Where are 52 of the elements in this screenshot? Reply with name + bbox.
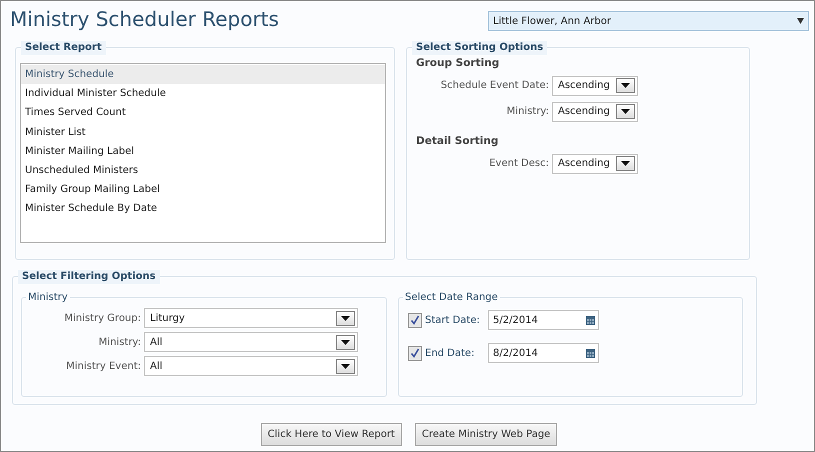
panel-legend: Select Report	[21, 41, 106, 55]
panel-legend: Select Sorting Options	[412, 41, 548, 55]
dropdown-button[interactable]	[336, 310, 355, 326]
calendar-icon[interactable]	[586, 315, 595, 325]
section-heading: Detail Sorting	[416, 134, 500, 149]
page-title: Ministry Scheduler Reports	[10, 7, 279, 31]
dropdown-button[interactable]	[616, 156, 635, 171]
caret-icon	[621, 161, 630, 166]
group-legend: Ministry	[26, 291, 70, 305]
report-item[interactable]: Family Group Mailing Label	[21, 180, 385, 200]
dropdown[interactable]: All	[144, 332, 358, 352]
report-item[interactable]: Minister Schedule By Date	[21, 199, 385, 218]
dropdown[interactable]: Ascending	[552, 102, 638, 122]
report-item[interactable]: Minister List	[21, 122, 385, 142]
field-label: Start Date:	[425, 314, 481, 328]
panel-legend: Select Filtering Options	[18, 270, 160, 284]
report-item[interactable]: Unscheduled Ministers	[21, 160, 385, 180]
report-item[interactable]: Ministry Schedule	[21, 65, 385, 84]
checkbox[interactable]	[408, 312, 422, 328]
caret-icon	[341, 316, 350, 320]
caret-icon	[621, 109, 630, 114]
dropdown-button[interactable]	[336, 358, 355, 374]
caret-icon	[341, 364, 350, 368]
group-legend: Select Date Range	[403, 291, 500, 305]
caret-icon	[797, 18, 804, 24]
report-item[interactable]: Times Served Count	[21, 103, 385, 123]
report-item[interactable]: Individual Minister Schedule	[21, 84, 385, 104]
dropdown-button[interactable]	[616, 104, 635, 120]
field-label: Ministry Group:	[63, 312, 141, 326]
caret-icon	[621, 83, 630, 88]
report-item[interactable]: Minister Mailing Label	[21, 142, 385, 161]
field-label: Schedule Event Date:	[440, 79, 549, 94]
dropdown[interactable]: All	[144, 356, 358, 376]
date-field[interactable]: 5/2/2014	[488, 310, 599, 330]
date-field[interactable]: 8/2/2014	[488, 343, 599, 363]
calendar-icon[interactable]	[586, 348, 595, 358]
dropdown[interactable]: Ascending	[552, 76, 638, 96]
dropdown-button[interactable]	[336, 334, 355, 350]
dropdown[interactable]: Liturgy	[144, 308, 358, 328]
action-button[interactable]: Create Ministry Web Page	[414, 423, 558, 446]
dropdown[interactable]: Ascending	[552, 154, 638, 174]
field-label: Ministry:	[506, 105, 549, 120]
caret-icon	[341, 340, 350, 344]
field-label: Event Desc:	[488, 157, 549, 171]
parish-dropdown[interactable]: Little Flower, Ann Arbor	[488, 11, 809, 31]
field-label: Ministry Event:	[65, 360, 141, 374]
section-heading: Group Sorting	[416, 56, 500, 71]
checkbox[interactable]	[408, 346, 422, 360]
field-label: Ministry:	[98, 336, 141, 350]
dropdown-button[interactable]	[616, 78, 635, 94]
field-label: End Date:	[425, 346, 476, 360]
action-button[interactable]: Click Here to View Report	[260, 423, 402, 446]
